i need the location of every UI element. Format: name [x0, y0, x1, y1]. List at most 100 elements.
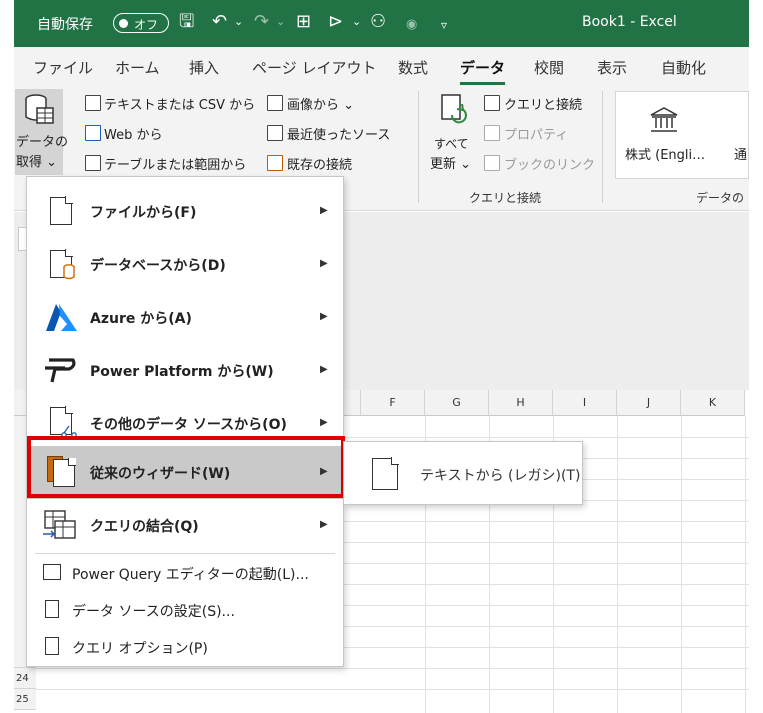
submenu-item-label: テキストから (レガシ)(T) — [420, 468, 581, 484]
properties-label: プロパティ — [504, 128, 569, 143]
edit-links-label: ブックのリンク — [504, 158, 596, 173]
undo-dropdown-icon[interactable]: ⌄ — [234, 11, 243, 33]
title-bar: 自動保存 オフ 🖫 ↶ ⌄ ↷ ⌄ ⊞ ⊳ ⌄ ⚇ ◉ ▿ Book1 - Ex… — [14, 0, 749, 47]
highlight-box — [27, 436, 345, 498]
get-data-button[interactable]: データの 取得 ⌄ — [15, 89, 68, 175]
menu-item-from-azure[interactable]: Azure から(A) ▶ — [27, 291, 343, 344]
database-icon — [63, 264, 75, 280]
stocks-label: 株式 (Engli… — [625, 148, 706, 163]
data-types-group-label: データの — [696, 191, 745, 205]
refresh-all-icon — [441, 94, 467, 124]
stocks-icon — [650, 107, 678, 132]
refresh-all-label-2: 更新 ⌄ — [430, 157, 472, 172]
save-icon[interactable]: 🖫 — [179, 11, 194, 33]
autosave-state: オフ — [134, 18, 159, 32]
gridline — [36, 689, 749, 690]
toggle-knob — [119, 19, 128, 28]
tab-home[interactable]: ホーム — [115, 57, 160, 78]
menu-item-data-source-settings[interactable]: データ ソースの設定(S)... — [27, 591, 343, 628]
column-header-h[interactable]: H — [489, 390, 553, 416]
ribbon-separator — [418, 91, 419, 203]
from-table-label: テーブルまたは範囲から — [104, 158, 247, 173]
currency-label: 通 — [734, 148, 748, 163]
menu-item-label: データ ソースの設定(S)... — [72, 604, 235, 620]
legacy-wizards-submenu: テキストから (レガシ)(T) — [343, 441, 583, 505]
tab-file[interactable]: ファイル — [33, 57, 93, 78]
power-platform-icon — [45, 358, 76, 383]
file-icon — [50, 196, 73, 225]
submenu-arrow-icon: ▶ — [320, 205, 328, 216]
get-data-label-2: 取得 ⌄ — [16, 155, 58, 170]
menu-item-label: Power Query エディターの起動(L)... — [72, 567, 309, 583]
tab-data[interactable]: データ — [460, 57, 506, 85]
menu-item-label: その他のデータ ソースから(O) — [90, 417, 287, 433]
menu-item-from-power-platform[interactable]: Power Platform から(W) ▶ — [27, 344, 343, 397]
menu-item-label: クエリ オプション(P) — [72, 641, 208, 657]
row-header-24[interactable]: 24 — [14, 668, 36, 689]
redo-dropdown-icon[interactable]: ⌄ — [276, 11, 285, 33]
column-header-f[interactable]: F — [361, 390, 425, 416]
tab-page-layout[interactable]: ページ レイアウト — [252, 57, 376, 78]
column-header-g[interactable]: G — [425, 390, 489, 416]
undo-icon[interactable]: ↶ — [212, 11, 227, 33]
menu-item-from-database[interactable]: データベースから(D) ▶ — [27, 238, 343, 291]
submenu-item-from-text-legacy[interactable]: テキストから (レガシ)(T) — [344, 442, 582, 504]
tab-formulas[interactable]: 数式 — [398, 57, 428, 78]
from-picture-label: 画像から ⌄ — [287, 98, 355, 113]
submenu-arrow-icon: ▶ — [320, 258, 328, 269]
row-header-25[interactable]: 25 — [14, 689, 36, 710]
from-text-csv-label: テキストまたは CSV から — [104, 98, 256, 113]
customize-qat-icon[interactable]: ▿ — [441, 14, 447, 36]
submenu-arrow-icon: ▶ — [320, 311, 328, 322]
tab-view[interactable]: 表示 — [597, 57, 627, 78]
column-header-e-partial[interactable] — [343, 390, 361, 416]
column-header-j[interactable]: J — [617, 390, 681, 416]
record-icon[interactable]: ◉ — [406, 14, 417, 36]
table-icon — [85, 155, 101, 171]
share-icon[interactable]: ⚇ — [370, 11, 386, 33]
from-web-label: Web から — [104, 128, 163, 143]
column-header-i[interactable]: I — [553, 390, 617, 416]
menu-item-launch-power-query[interactable]: Power Query エディターの起動(L)... — [27, 554, 343, 591]
data-source-settings-icon — [45, 600, 59, 618]
submenu-arrow-icon: ▶ — [320, 364, 328, 375]
menu-item-query-options[interactable]: クエリ オプション(P) — [27, 628, 343, 665]
query-options-icon — [45, 637, 59, 655]
existing-connections-label: 既存の接続 — [287, 158, 353, 173]
refresh-all-button[interactable]: すべて 更新 ⌄ — [428, 91, 478, 177]
existing-connections-icon — [267, 155, 283, 171]
autosave-label: 自動保存 — [37, 17, 93, 33]
ribbon-separator-2 — [602, 91, 603, 203]
web-icon — [85, 125, 101, 141]
data-types-gallery[interactable]: 株式 (Engli… 通 — [615, 91, 749, 179]
column-header-k[interactable]: K — [681, 390, 745, 416]
power-query-editor-icon — [43, 564, 61, 580]
recent-sources-icon — [267, 125, 283, 141]
redo-icon[interactable]: ↷ — [254, 11, 269, 33]
refresh-all-label-1: すべて — [434, 137, 469, 151]
menu-item-label: データベースから(D) — [90, 258, 226, 274]
get-data-label-1: データの — [16, 135, 69, 150]
ribbon-tab-bar: ファイル ホーム 挿入 ページ レイアウト 数式 データ 校閲 表示 自動化 — [14, 47, 749, 87]
tab-automate[interactable]: 自動化 — [661, 57, 706, 78]
queries-connections-label: クエリと接続 — [504, 98, 583, 113]
text-file-icon — [85, 95, 101, 111]
tab-insert[interactable]: 挿入 — [189, 57, 219, 78]
data-form-icon[interactable]: ⊞ — [296, 11, 311, 33]
properties-icon — [484, 125, 500, 141]
macro-icon[interactable]: ⊳ — [328, 11, 343, 33]
queries-group-label: クエリと接続 — [469, 191, 542, 205]
queries-connections-icon — [484, 95, 500, 111]
text-file-icon — [372, 457, 399, 490]
menu-item-combine-queries[interactable]: クエリの結合(Q) ▶ — [27, 499, 343, 552]
database-table-icon — [25, 94, 54, 124]
menu-item-label: Azure から(A) — [90, 311, 192, 327]
gridline — [36, 668, 749, 669]
autosave-toggle[interactable]: オフ — [113, 13, 169, 33]
combine-queries-icon — [43, 510, 76, 539]
tab-review[interactable]: 校閲 — [534, 57, 564, 78]
menu-item-from-file[interactable]: ファイルから(F) ▶ — [27, 185, 343, 238]
menu-item-label: Power Platform から(W) — [90, 364, 274, 380]
submenu-arrow-icon: ▶ — [320, 519, 328, 530]
macro-dropdown-icon[interactable]: ⌄ — [352, 11, 361, 33]
